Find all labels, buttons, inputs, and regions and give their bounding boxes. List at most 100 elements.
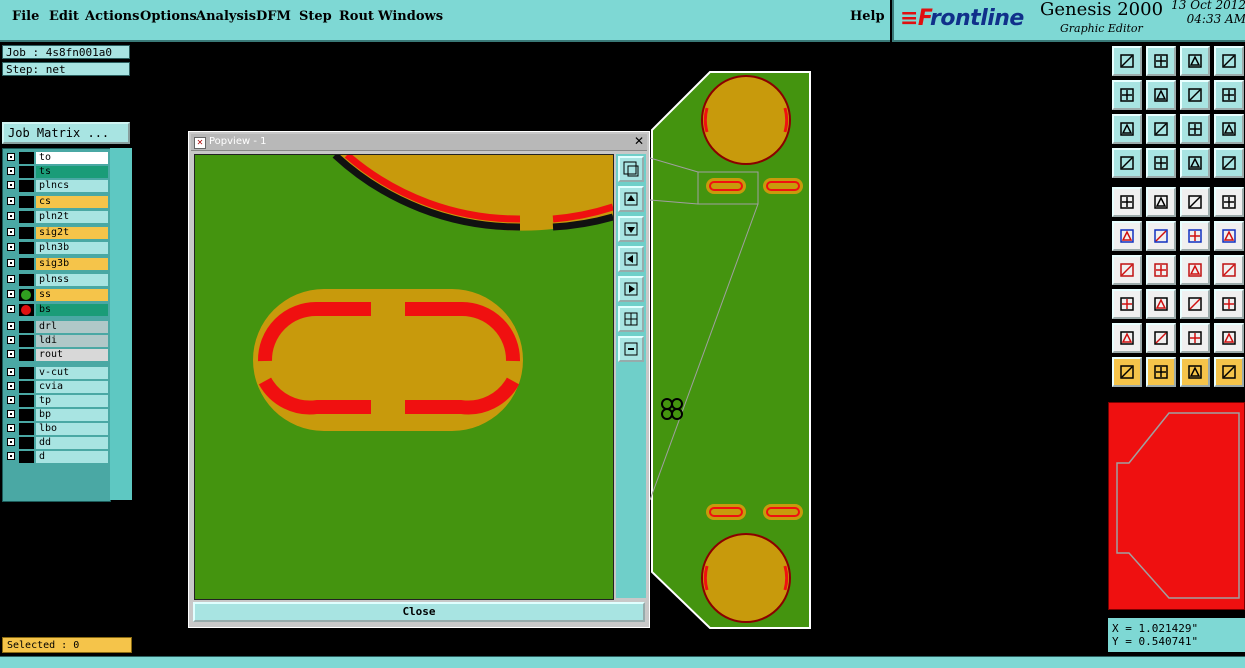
layer-name[interactable]: sig3b	[36, 258, 108, 270]
layer-row-plnss[interactable]: plnss	[5, 274, 108, 286]
grid-button[interactable]	[1146, 148, 1176, 178]
layer-checkbox[interactable]	[7, 396, 15, 404]
layer-checkbox[interactable]	[7, 290, 15, 298]
split-button[interactable]	[1214, 255, 1244, 285]
menu-help[interactable]: Help	[850, 9, 885, 24]
layer-color-swatch[interactable]	[19, 180, 34, 192]
layer-checkbox[interactable]	[7, 275, 15, 283]
layer-color-swatch[interactable]	[19, 321, 34, 333]
redraw-button[interactable]	[1214, 80, 1244, 110]
layer-color-swatch[interactable]	[19, 242, 34, 254]
layer-name[interactable]: drl	[36, 321, 108, 333]
menu-windows[interactable]: Windows	[378, 9, 443, 24]
layer-row-cvia[interactable]: cvia	[5, 381, 108, 393]
triangle-button[interactable]	[1112, 323, 1142, 353]
snap-right-button[interactable]	[1146, 80, 1176, 110]
zoom-center-button[interactable]	[1146, 114, 1176, 144]
layer-checkbox[interactable]	[7, 410, 15, 418]
flag-button[interactable]	[1180, 323, 1210, 353]
peak-button[interactable]	[1214, 323, 1244, 353]
pcb-board[interactable]	[650, 70, 812, 630]
dot-button[interactable]	[1214, 187, 1244, 217]
layer-row-dd[interactable]: dd	[5, 437, 108, 449]
layer-checkbox[interactable]	[7, 382, 15, 390]
layer-checkbox[interactable]	[7, 228, 15, 236]
layer-color-swatch[interactable]	[19, 211, 34, 223]
layer-row-ldi[interactable]: ldi	[5, 335, 108, 347]
menu-edit[interactable]: Edit	[49, 9, 79, 24]
layer-row-ts[interactable]: ts	[5, 166, 108, 178]
query-button[interactable]	[1214, 114, 1244, 144]
popview-titlebar[interactable]: ✕ Popview - 1 ✕	[191, 134, 647, 151]
mirror-button[interactable]	[1180, 80, 1210, 110]
layer-row-ss[interactable]: ss	[5, 289, 108, 301]
pan-right-button[interactable]	[618, 276, 644, 302]
layer-checkbox[interactable]	[7, 438, 15, 446]
measure-button[interactable]	[1112, 148, 1142, 178]
layer-row-sig2t[interactable]: sig2t	[5, 227, 108, 239]
layer-color-swatch[interactable]	[19, 423, 34, 435]
overview-panel[interactable]	[1108, 402, 1245, 610]
select-net-button[interactable]	[1146, 357, 1176, 387]
menu-analysis[interactable]: Analysis	[196, 9, 256, 24]
menu-options[interactable]: Options	[140, 9, 197, 24]
snap-left-button[interactable]	[1112, 80, 1142, 110]
arc-button[interactable]	[1180, 255, 1210, 285]
layer-row-drl[interactable]: drl	[5, 321, 108, 333]
layer-checkbox[interactable]	[7, 452, 15, 460]
layer-name[interactable]: lbo	[36, 423, 108, 435]
scale-button[interactable]	[1180, 114, 1210, 144]
popview-canvas[interactable]	[194, 154, 614, 600]
layer-row-rout[interactable]: rout	[5, 349, 108, 361]
layer-name[interactable]: ss	[36, 289, 108, 301]
layer-name[interactable]: pln2t	[36, 211, 108, 223]
layer-color-swatch[interactable]	[19, 349, 34, 361]
connect-button[interactable]	[1180, 221, 1210, 251]
arrow-up-button[interactable]	[1146, 323, 1176, 353]
layer-name[interactable]: dd	[36, 437, 108, 449]
layer-name[interactable]: cs	[36, 196, 108, 208]
layer-color-swatch[interactable]	[19, 451, 34, 463]
layer-row-tp[interactable]: tp	[5, 395, 108, 407]
layer-name[interactable]: tp	[36, 395, 108, 407]
layer-name[interactable]: sig2t	[36, 227, 108, 239]
layer-color-swatch[interactable]	[19, 395, 34, 407]
layer-name[interactable]: bs	[36, 304, 108, 316]
layer-checkbox[interactable]	[7, 197, 15, 205]
shape-button[interactable]	[1146, 187, 1176, 217]
layer-color-swatch[interactable]	[19, 258, 34, 270]
zoom-out-button[interactable]	[618, 336, 644, 362]
cross-button[interactable]	[1146, 221, 1176, 251]
layer-name[interactable]: v-cut	[36, 367, 108, 379]
layer-color-swatch[interactable]	[19, 409, 34, 421]
menu-dfm[interactable]: DFM	[256, 9, 291, 24]
layer-color-swatch[interactable]	[19, 196, 34, 208]
node-button[interactable]	[1112, 221, 1142, 251]
menu-actions[interactable]: Actions	[85, 9, 139, 24]
layer-name[interactable]: ldi	[36, 335, 108, 347]
layer-row-pln2t[interactable]: pln2t	[5, 211, 108, 223]
layer-checkbox[interactable]	[7, 336, 15, 344]
layer-name[interactable]: plnss	[36, 274, 108, 286]
layer-row-d[interactable]: d	[5, 451, 108, 463]
layer-row-pln3b[interactable]: pln3b	[5, 242, 108, 254]
layer-checkbox[interactable]	[7, 368, 15, 376]
layer-checkbox[interactable]	[7, 212, 15, 220]
line-alt-button[interactable]	[1146, 255, 1176, 285]
ruler-button[interactable]	[1180, 187, 1210, 217]
layer-name[interactable]: pln3b	[36, 242, 108, 254]
home-button[interactable]	[1180, 46, 1210, 76]
layer-color-swatch[interactable]	[19, 289, 34, 301]
layer-out-button[interactable]	[1146, 46, 1176, 76]
layer-color-swatch[interactable]	[19, 437, 34, 449]
zoom-in-button[interactable]	[618, 306, 644, 332]
layer-name[interactable]: ts	[36, 166, 108, 178]
select-feature-button[interactable]	[1180, 357, 1210, 387]
layer-color-swatch[interactable]	[19, 274, 34, 286]
layer-color-swatch[interactable]	[19, 152, 34, 164]
layer-checkbox[interactable]	[7, 167, 15, 175]
pan-up-button[interactable]	[618, 186, 644, 212]
layer-checkbox[interactable]	[7, 322, 15, 330]
layer-row-plncs[interactable]: plncs	[5, 180, 108, 192]
pan-down-button[interactable]	[618, 216, 644, 242]
